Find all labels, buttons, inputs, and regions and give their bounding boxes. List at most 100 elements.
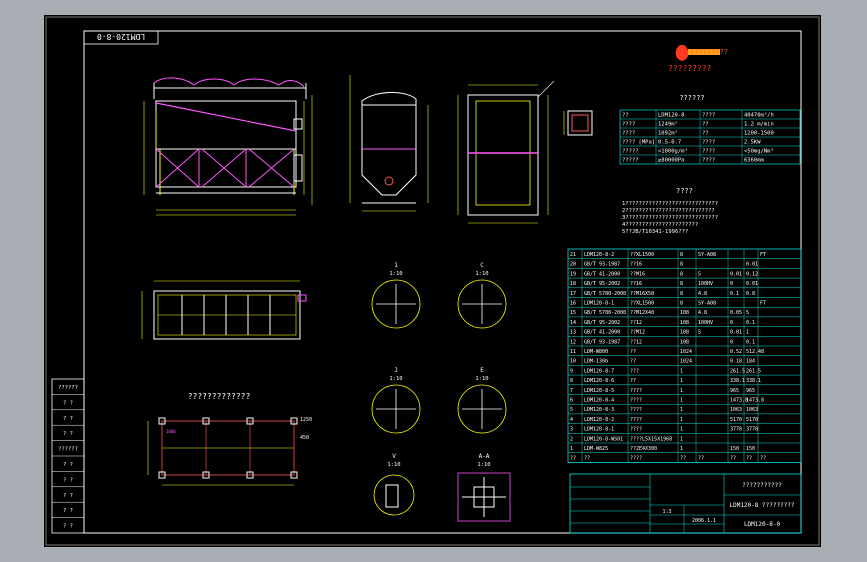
foundation-plan: ????????????? 1000 1250 450 (147, 392, 312, 486)
bom-cell: LDM-W800 (584, 349, 608, 355)
bom-cell: 18 (570, 281, 576, 287)
bom-cell: LDM120-8-5 (584, 388, 614, 394)
bom-cell: 4 (570, 417, 573, 423)
bom-cell: ??? (630, 368, 639, 374)
bom-cell: GB/T 41-2000 (584, 330, 620, 336)
side-block-cell: ? ? (63, 462, 73, 468)
bom-cell: LDM120-8-2 (584, 417, 614, 423)
bom-cell: ??12 (630, 320, 642, 326)
notes-line: 3???????????????????????????? (622, 215, 718, 221)
bom-cell: 261.5 (730, 368, 745, 374)
bom-cell: 5170 (730, 417, 742, 423)
specs-cell: 2.5KW (744, 140, 761, 146)
notes-line: 1???????????????????????????? (622, 201, 718, 207)
bom-cell: 13 (570, 330, 576, 336)
bom-cell: 338.1 (746, 378, 761, 384)
bom-cell: 1 (680, 436, 683, 442)
bom-cell: ?? (630, 378, 636, 384)
bom-cell: 150 (746, 446, 755, 452)
detail-number: E (480, 367, 484, 374)
bom-cell: 16 (570, 301, 576, 307)
bom-cell: 5 (570, 407, 573, 413)
side-view (349, 75, 429, 212)
bom-cell: 8 (680, 271, 683, 277)
bom-cell: GB/T 95-2002 (584, 281, 620, 287)
bom-cell: GB/T 93-1987 (584, 339, 620, 345)
bom-cell: 8 (680, 252, 683, 258)
side-block-cell: ? ? (63, 416, 73, 422)
detail-views: 1 1:10 C 1:10 J 1:10 E 1:10 V 1:10 A-A 1:10 (371, 262, 511, 522)
bom-cell: 0.52 (730, 349, 742, 355)
front-view (143, 77, 313, 216)
specs-cell: 6360mm (744, 158, 765, 164)
logo-subtext: ????????? (690, 48, 728, 56)
bom-cell: 1063 (746, 407, 758, 413)
bom-cell: 1 (680, 368, 683, 374)
bom-cell: ?? (630, 359, 636, 365)
bom-cell: 1 (680, 398, 683, 404)
bom-cell: 0 (730, 320, 733, 326)
bom-cell: 150 (730, 446, 739, 452)
plan-label-1: 1000 (166, 429, 176, 434)
specs-cell: ???? (622, 131, 635, 137)
side-block-cell: ?????? (58, 447, 78, 453)
bom-cell: ????L5X15X1968 (630, 436, 672, 442)
specs-cell: <50mg/Nm³ (744, 148, 774, 155)
drawing-canvas: LDM120-8-0 ??????? ?? ?? ??????? ? ? ? ? ? … (44, 15, 821, 547)
bom-cell: 1 (680, 427, 683, 433)
bom-cell: 1 (680, 407, 683, 413)
drawing-name: LDM120-8 ????????? (729, 502, 794, 509)
bom-cell: 11 (570, 349, 576, 355)
bom-cell: 5 (698, 330, 701, 336)
bom-cell: 17 (570, 291, 576, 297)
drawing-stamp: LDM120-8-0 (83, 30, 159, 45)
bom-cell: ?? (584, 456, 590, 462)
bom-cell: 1 (680, 446, 683, 452)
plan-label-2: 1250 (300, 417, 312, 423)
bom-cell: 184 (746, 359, 755, 365)
notes-block: ???? 1????????????????????????????2?????… (622, 187, 718, 235)
bom-cell: 8 (570, 378, 573, 384)
bom-cell: ?? (680, 456, 686, 462)
bom-cell: ??M16 (630, 271, 645, 277)
bom-cell: 0 (730, 281, 733, 287)
side-block-cell: ? ? (63, 493, 73, 499)
bom-cell: LDM120-8-1 (584, 427, 614, 433)
bom-cell: 4.8 (698, 291, 707, 297)
side-block-cell: ?????? (58, 385, 78, 391)
section-view (457, 80, 555, 224)
company-logo: ????????? ????????? (668, 45, 728, 73)
bom-cell: 3 (570, 427, 573, 433)
detail-scale: 1:10 (389, 271, 402, 277)
plan-label-3: 450 (300, 435, 309, 441)
notes-title: ???? (676, 187, 693, 195)
bom-cell: GB/T 41-2000 (584, 271, 620, 277)
cad-sheet: LDM120-8-0 ??????? ?? ?? ??????? ? ? ? ? ? … (45, 16, 820, 546)
bom-table: 21 LDM120-8-2 ??XL1500 8 SY-A08 FT20 GB/T 93-1… (567, 248, 802, 463)
specs-cell: ???? (702, 158, 715, 164)
bom-cell: 1 (746, 330, 749, 336)
specs-cell: LDM120-8 (658, 113, 685, 119)
bom-cell: 6 (570, 398, 573, 404)
bom-cell: LDM120-8-3 (584, 407, 614, 413)
bom-cell: 338.1 (730, 378, 745, 384)
drawing-frame (83, 30, 802, 534)
bom-cell: 0.8 (746, 291, 755, 297)
bom-cell: ?? (730, 456, 736, 462)
bom-cell: 14 (570, 320, 576, 326)
bom-cell: LDM120-8-4 (584, 398, 614, 404)
detail-number: A-A (479, 453, 490, 460)
bom-cell: GB/T 5780-2000 (584, 310, 626, 316)
bom-cell: 9 (570, 368, 573, 374)
bom-cell: 2 (570, 436, 573, 442)
bom-cell: 0 (730, 339, 733, 345)
detail-number: J (394, 367, 398, 374)
detail-scale: 1:10 (477, 462, 490, 468)
specs-cell: 1200-1500 (744, 131, 774, 137)
bom-cell: 1 (680, 388, 683, 394)
specs-cell: ????? (622, 149, 639, 155)
bom-cell: ??M12X40 (630, 310, 654, 316)
bom-cell: ???? (630, 407, 642, 413)
bom-cell: LDM-W825 (584, 446, 608, 452)
bom-cell: 965 (730, 388, 739, 394)
